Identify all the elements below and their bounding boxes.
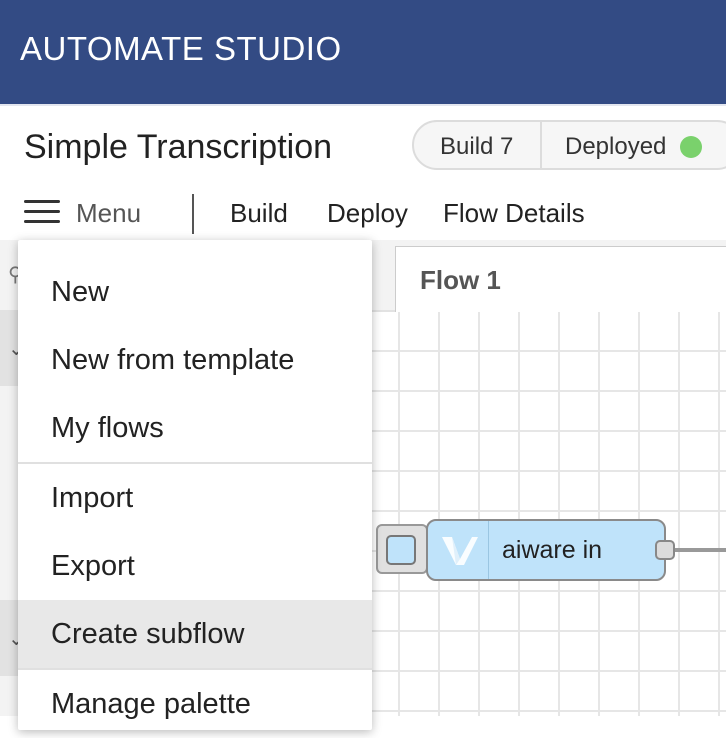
- node-label: aiware in: [502, 536, 603, 564]
- status-dot-icon: [680, 136, 702, 158]
- menu-button[interactable]: Menu: [22, 190, 182, 240]
- tab-label: Flow 1: [420, 265, 501, 295]
- menu-item-new[interactable]: New: [18, 258, 372, 326]
- menu-item-label: Export: [51, 550, 135, 582]
- menu-item-export[interactable]: Export: [18, 532, 372, 600]
- nav-build[interactable]: Build: [230, 198, 288, 229]
- menu-item-manage-palette[interactable]: Manage palette: [18, 670, 372, 738]
- build-label: Build 7: [440, 133, 514, 160]
- menubar: Menu Build Deploy Flow Details: [0, 190, 726, 242]
- node-output-port[interactable]: [655, 540, 675, 560]
- menu-item-label: Import: [51, 482, 134, 514]
- menu-item-label: New from template: [51, 344, 295, 376]
- menu-item-create-subflow[interactable]: Create subflow: [18, 600, 372, 668]
- menu-item-label: New: [51, 276, 110, 308]
- flow-tabs: Flow 1: [395, 240, 726, 313]
- menu-item-my-flows[interactable]: My flows: [18, 394, 372, 462]
- aiware-logo-icon: [428, 521, 489, 579]
- main-menu-dropdown: New New from template My flows Import Ex…: [18, 240, 372, 730]
- menu-label: Menu: [76, 198, 142, 228]
- app-brand: AUTOMATE STUDIO: [20, 30, 342, 67]
- flow-header: Simple Transcription Build 7 Deployed Me…: [0, 104, 726, 242]
- nav-flow-details[interactable]: Flow Details: [443, 198, 585, 229]
- build-status-pill[interactable]: Build 7 Deployed: [412, 120, 726, 170]
- app-header: AUTOMATE STUDIO: [0, 0, 726, 104]
- aiware-in-node[interactable]: aiware in: [426, 519, 666, 581]
- menu-item-new-from-template[interactable]: New from template: [18, 326, 372, 394]
- nav-deploy[interactable]: Deploy: [327, 198, 408, 229]
- tab-flow-1[interactable]: Flow 1: [395, 246, 726, 312]
- node-inject-square: [386, 535, 416, 565]
- menu-item-label: Create subflow: [51, 618, 245, 650]
- menu-item-label: My flows: [51, 412, 164, 444]
- flow-title: Simple Transcription: [24, 128, 333, 166]
- menubar-divider: [192, 194, 194, 234]
- hamburger-icon: [24, 200, 60, 226]
- menu-item-import[interactable]: Import: [18, 464, 372, 532]
- pill-divider: [540, 122, 542, 168]
- menu-item-label: Manage palette: [51, 688, 251, 720]
- node-inject-button[interactable]: [376, 524, 428, 574]
- node-wire: [675, 548, 726, 552]
- deploy-status: Deployed: [565, 133, 667, 160]
- flow-canvas[interactable]: [372, 312, 726, 716]
